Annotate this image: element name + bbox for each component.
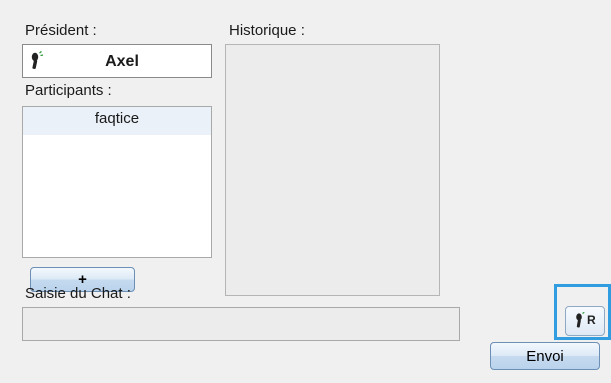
history-box[interactable]	[225, 44, 440, 296]
history-label: Historique :	[229, 22, 305, 39]
president-label: Président :	[25, 22, 97, 39]
participants-list[interactable]: faqtice	[22, 106, 212, 258]
president-field: Axel	[22, 44, 212, 78]
president-name: Axel	[105, 53, 139, 70]
send-button[interactable]: Envoi	[490, 342, 600, 370]
recorder-letter: R	[587, 313, 596, 327]
chat-input-label: Saisie du Chat :	[25, 285, 131, 302]
participants-label: Participants :	[25, 82, 112, 99]
recorder-button[interactable]: R	[565, 306, 605, 336]
microphone-icon	[574, 311, 586, 330]
list-item[interactable]: faqtice	[23, 107, 211, 135]
chat-input[interactable]	[22, 307, 460, 341]
